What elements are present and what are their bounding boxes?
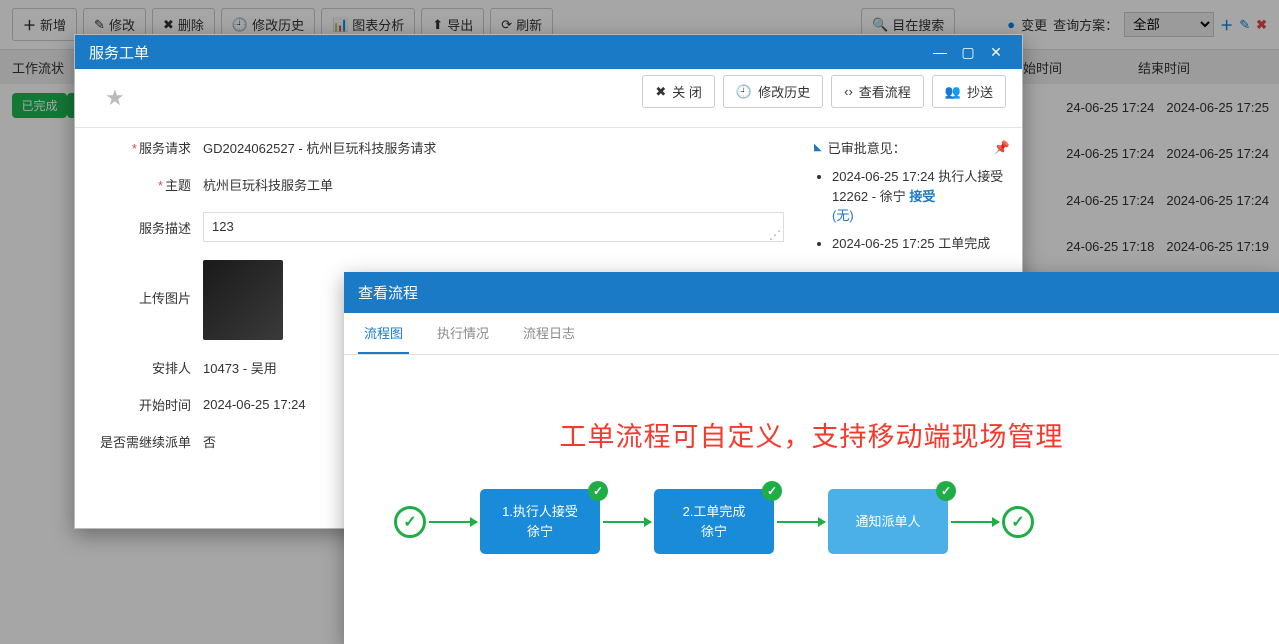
desc-textarea[interactable]: 123⋰ <box>203 212 784 242</box>
view-flow-modal: 查看流程 流程图 执行情况 流程日志 工单流程可自定义，支持移动端现场管理 ✓ … <box>344 272 1279 644</box>
label-desc: 服务描述 <box>93 218 203 237</box>
cell-start: 24-06-25 17:18 <box>1066 239 1154 254</box>
add-button[interactable]: ＋新增 <box>12 8 77 41</box>
uploaded-image[interactable] <box>203 260 283 340</box>
modal-history-button[interactable]: 🕘 修改历史 <box>723 75 823 108</box>
check-badge-icon: ✓ <box>936 481 956 501</box>
label-continue: 是否需继续派单 <box>93 432 203 451</box>
table-row[interactable]: 24-06-25 17:24 2024-06-25 17:24 <box>1066 177 1269 224</box>
value-request: GD2024062527 - 杭州巨玩科技服务请求 <box>203 138 784 157</box>
side-heading: 已审批意见： <box>828 138 906 157</box>
query-select[interactable]: 全部 <box>1124 12 1214 37</box>
approval-item: 2024-06-25 17:25 工单完成 <box>832 234 1010 254</box>
resize-grip-icon[interactable]: ⋰ <box>769 231 781 239</box>
close-icon[interactable]: ✕ <box>984 44 1008 60</box>
check-badge-icon: ✓ <box>588 481 608 501</box>
flow-arrow <box>951 521 999 523</box>
check-icon: ✓ <box>1011 512 1024 532</box>
modal-cc-button[interactable]: 👥 抄送 <box>932 75 1006 108</box>
modal1-titlebar: 服务工单 — ▢ ✕ <box>75 35 1022 69</box>
maximize-icon[interactable]: ▢ <box>956 44 980 60</box>
tab-execution[interactable]: 执行情况 <box>431 313 495 354</box>
query-delete-icon[interactable]: ✖ <box>1256 17 1267 33</box>
tab-diagram[interactable]: 流程图 <box>358 313 409 354</box>
flow-end-node: ✓ <box>1002 506 1034 538</box>
label-start: 开始时间 <box>93 395 203 414</box>
cell-start: 24-06-25 17:24 <box>1066 193 1154 208</box>
modal-close-button[interactable]: ✖ 关 闭 <box>642 75 715 108</box>
col-start: 始时间 <box>1023 58 1138 77</box>
approval-item: 2024-06-25 17:24 执行人接受 12262 - 徐宁 接受(无) <box>832 167 1010 226</box>
label-image: 上传图片 <box>93 260 203 307</box>
check-badge-icon: ✓ <box>762 481 782 501</box>
modal1-title: 服务工单 <box>89 42 149 63</box>
value-subject: 杭州巨玩科技服务工单 <box>203 175 784 194</box>
tab-log[interactable]: 流程日志 <box>517 313 581 354</box>
flow-banner: 工单流程可自定义，支持移动端现场管理 <box>364 415 1259 454</box>
caret-icon: ◣ <box>814 142 822 153</box>
flow-arrow <box>429 521 477 523</box>
modal2-title: 查看流程 <box>344 272 1279 313</box>
col-status: 工作流状 <box>12 58 82 77</box>
flow-start-node: ✓ <box>394 506 426 538</box>
flow-diagram: ✓ ✓1.执行人接受徐宁 ✓2.工单完成徐宁 ✓通知派单人 ✓ <box>364 489 1259 554</box>
flow-node-2[interactable]: ✓2.工单完成徐宁 <box>654 489 774 554</box>
cell-end: 2024-06-25 17:19 <box>1166 239 1269 254</box>
flow-tabs: 流程图 执行情况 流程日志 <box>344 313 1279 355</box>
cell-end: 2024-06-25 17:24 <box>1166 193 1269 208</box>
cell-start: 24-06-25 17:24 <box>1066 146 1154 161</box>
col-end: 结束时间 <box>1138 58 1253 77</box>
flow-arrow <box>603 521 651 523</box>
check-icon: ✓ <box>403 512 416 532</box>
query-scheme: ●变更 查询方案： 全部 ＋ ✎ ✖ <box>1007 12 1267 37</box>
label-subject: *主题 <box>93 175 203 194</box>
table-row[interactable]: 24-06-25 17:18 2024-06-25 17:19 <box>1066 224 1269 271</box>
flow-arrow <box>777 521 825 523</box>
label-arranger: 安排人 <box>93 358 203 377</box>
flow-node-1[interactable]: ✓1.执行人接受徐宁 <box>480 489 600 554</box>
cell-start: 24-06-25 17:24 <box>1066 100 1154 115</box>
cell-end: 2024-06-25 17:24 <box>1166 146 1269 161</box>
modal-flow-button[interactable]: ‹› 查看流程 <box>831 75 924 108</box>
minimize-icon[interactable]: — <box>928 44 952 60</box>
pin-icon[interactable]: 📌 <box>994 140 1010 156</box>
query-add-icon[interactable]: ＋ <box>1220 15 1233 34</box>
label-request: *服务请求 <box>93 138 203 157</box>
table-row[interactable]: 24-06-25 17:24 2024-06-25 17:24 <box>1066 131 1269 178</box>
star-icon[interactable]: ★ <box>91 75 139 121</box>
status-badge: 已完成 <box>12 93 67 118</box>
flow-node-3[interactable]: ✓通知派单人 <box>828 489 948 554</box>
cell-end: 2024-06-25 17:25 <box>1166 100 1269 115</box>
query-edit-icon[interactable]: ✎ <box>1239 17 1250 33</box>
table-row[interactable]: 24-06-25 17:24 2024-06-25 17:25 <box>1066 84 1269 131</box>
